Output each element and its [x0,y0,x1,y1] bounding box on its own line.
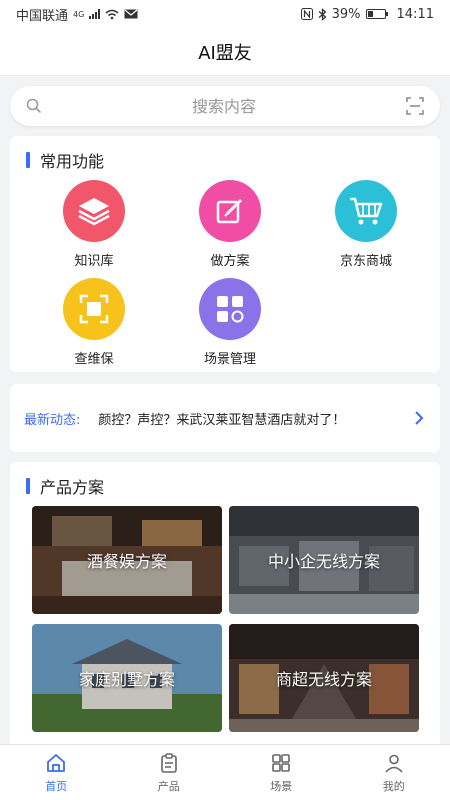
section-header: 常用功能 [26,148,424,172]
function-knowledge-base[interactable]: 知识库 [34,180,154,269]
function-grid: 知识库 做方案 京东商城 查维保 场景管理 [26,172,424,372]
user-icon [385,754,403,773]
signal-icon [89,9,101,19]
app-title: AI盟友 [198,42,252,64]
cart-icon [335,180,397,242]
product-tile-villa[interactable]: 家庭别墅方案 [32,624,222,732]
network-type: 4G [73,9,85,19]
app-title-bar: AI盟友 [0,28,450,76]
battery-icon [365,9,388,19]
section-accent-bar [26,478,30,494]
section-header: 产品方案 [20,474,430,498]
function-scene-management[interactable]: 场景管理 [170,278,290,367]
chevron-right-icon[interactable] [412,410,426,426]
product-tile-hotel[interactable]: 酒餐娱方案 [32,506,222,614]
function-label: 京东商城 [339,254,392,269]
function-check-warranty[interactable]: 查维保 [34,278,154,367]
function-jd-mall[interactable]: 京东商城 [306,180,426,269]
carrier-name: 中国联通 [16,8,69,24]
scan-frame-icon [63,278,125,340]
tab-label: 产品 [157,779,180,793]
tab-label: 首页 [45,779,68,793]
grid-icon [272,753,291,772]
product-label: 中小企无线方案 [267,552,380,571]
section-title: 常用功能 [40,152,105,171]
nfc-icon [300,8,313,20]
product-label: 酒餐娱方案 [86,552,167,571]
mail-icon [124,9,138,19]
battery-percent: 39% [331,6,361,22]
status-bar: 中国联通 4G 39% 14:11 [0,0,450,28]
function-label: 知识库 [74,254,114,269]
function-label: 做方案 [210,254,250,269]
bottom-tab-bar: 首页 产品 场景 我的 [0,744,450,800]
scan-icon[interactable] [406,97,424,115]
clipboard-icon [160,752,177,773]
tab-label: 我的 [382,779,405,793]
home-icon [47,753,66,772]
tab-label: 场景 [270,779,293,793]
product-solutions-card: 产品方案 酒餐娱方案 中小企无线方案 家庭别墅方案 商超无线方案 [10,462,440,762]
search-icon [26,98,42,114]
function-label: 查维保 [74,352,114,367]
product-label: 家庭别墅方案 [78,670,175,689]
section-accent-bar [26,152,30,168]
search-bar[interactable] [10,86,440,126]
edit-icon [199,180,261,242]
tab-scenes[interactable]: 场景 [225,745,338,800]
function-label: 场景管理 [203,352,256,367]
section-title: 产品方案 [40,478,105,497]
product-label: 商超无线方案 [275,670,372,689]
tab-mine[interactable]: 我的 [338,745,450,800]
news-tag: 最新动态: [24,412,81,428]
common-functions-card: 常用功能 知识库 做方案 京东商城 查维保 场景管理 [10,136,440,372]
function-make-plan[interactable]: 做方案 [170,180,290,269]
tab-home[interactable]: 首页 [0,745,113,800]
layers-icon [63,180,125,242]
search-input[interactable] [42,96,406,116]
news-ticker[interactable]: 最新动态: 颜控？声控？来武汉莱亚智慧酒店就对了！ [10,384,440,452]
bluetooth-icon [318,7,327,21]
tab-products[interactable]: 产品 [113,745,226,800]
product-tile-supermarket[interactable]: 商超无线方案 [229,624,419,732]
news-headline[interactable]: 颜控？声控？来武汉莱亚智慧酒店就对了！ [98,409,412,428]
clock: 14:11 [396,6,434,22]
product-tile-sme[interactable]: 中小企无线方案 [229,506,419,614]
wifi-icon [105,9,119,19]
grid-icon [199,278,261,340]
